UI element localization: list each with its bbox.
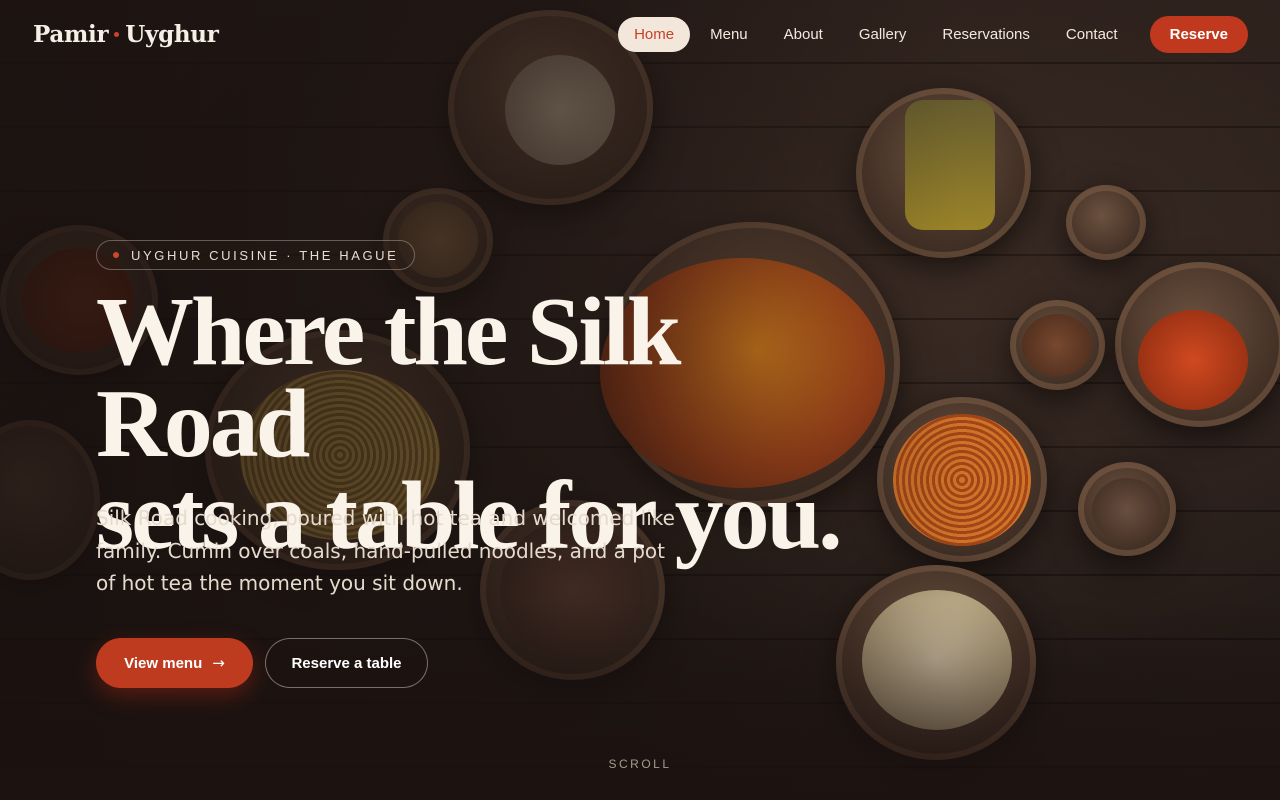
hero-badge-text: UYGHUR CUISINE · THE HAGUE xyxy=(131,247,399,263)
brand-logo[interactable]: Pamir Uyghur xyxy=(33,21,219,48)
brand-dot xyxy=(114,31,120,37)
hero-subcopy: Silk Road cooking, poured with hot tea a… xyxy=(96,506,675,595)
brand-name-part1: Pamir xyxy=(33,20,109,48)
scroll-indicator[interactable]: SCROLL xyxy=(0,757,1280,771)
nav-reserve-button[interactable]: Reserve xyxy=(1149,15,1248,53)
nav-link-gallery[interactable]: Gallery xyxy=(843,17,923,52)
hero-badge: UYGHUR CUISINE · THE HAGUE xyxy=(96,240,416,270)
hero-headline-line1: Where the Silk Road xyxy=(96,278,681,478)
nav-links: Home Menu About Gallery Reservations Con… xyxy=(618,15,1248,53)
badge-dot-icon xyxy=(113,252,119,258)
reserve-table-button[interactable]: Reserve a table xyxy=(265,638,428,688)
reserve-table-label: Reserve a table xyxy=(291,654,402,672)
top-navigation: Pamir Uyghur Home Menu About Gallery Res… xyxy=(0,0,1280,68)
view-menu-button[interactable]: View menu → xyxy=(96,638,253,688)
arrow-right-icon: → xyxy=(212,654,225,672)
nav-link-reservations[interactable]: Reservations xyxy=(926,17,1046,52)
nav-link-menu[interactable]: Menu xyxy=(694,17,764,52)
nav-link-about[interactable]: About xyxy=(768,17,839,52)
nav-link-home[interactable]: Home xyxy=(618,16,691,52)
brand-name-part2: Uyghur xyxy=(125,20,219,48)
nav-link-contact[interactable]: Contact xyxy=(1050,17,1134,52)
view-menu-label: View menu xyxy=(124,654,203,672)
